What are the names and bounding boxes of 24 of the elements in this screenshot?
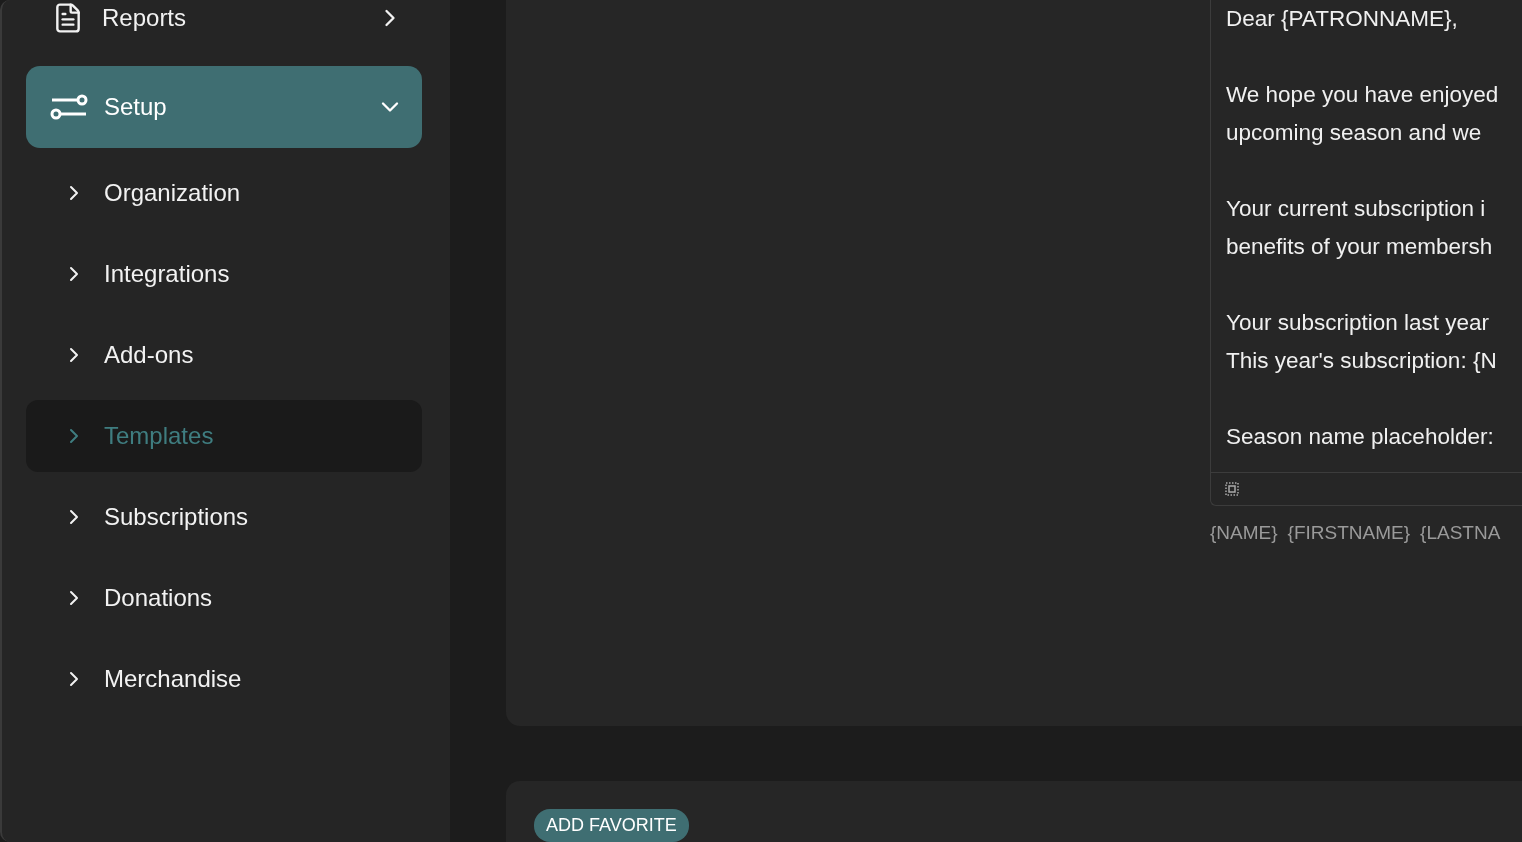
text-editor[interactable] (1210, 0, 1522, 506)
sidebar-item[interactable]: Subscriptions (26, 481, 422, 553)
sidebar-item[interactable]: Integrations (26, 238, 422, 310)
sidebar-item[interactable]: Reports (26, 0, 422, 36)
text-line: Your current subscription i (1226, 195, 1487, 223)
placeholder-tag[interactable]: {FIRSTNAME} (1287, 522, 1411, 544)
placeholder-tag[interactable]: {NAME} (1210, 522, 1278, 544)
sidebar-item[interactable]: Templates (26, 400, 422, 472)
text-line: Your subscription last year (1226, 309, 1491, 337)
sidebar-item[interactable]: Merchandise (26, 643, 422, 715)
sliders-icon (50, 92, 88, 122)
text-line: benefits of your membersh (1226, 233, 1494, 261)
text-line: We hope you have enjoyed (1226, 81, 1500, 109)
add-favorite-button[interactable]: ADD FAVORITE (534, 809, 689, 842)
resize-icon (1225, 482, 1239, 496)
text-line: upcoming season and we (1226, 119, 1483, 147)
text-line: Dear {PATRONNAME}, (1226, 5, 1459, 33)
text-line: Season name placeholder: (1226, 423, 1495, 451)
sidebar-item[interactable]: Organization (26, 157, 422, 229)
sidebar-item[interactable]: Add-ons (26, 319, 422, 391)
sidebar-item[interactable]: Donations (26, 562, 422, 634)
text-line: This year's subscription: {N (1226, 347, 1498, 375)
sidebar-section[interactable]: Setup (26, 66, 422, 148)
placeholder-tag[interactable]: {LASTNA (1420, 522, 1501, 544)
